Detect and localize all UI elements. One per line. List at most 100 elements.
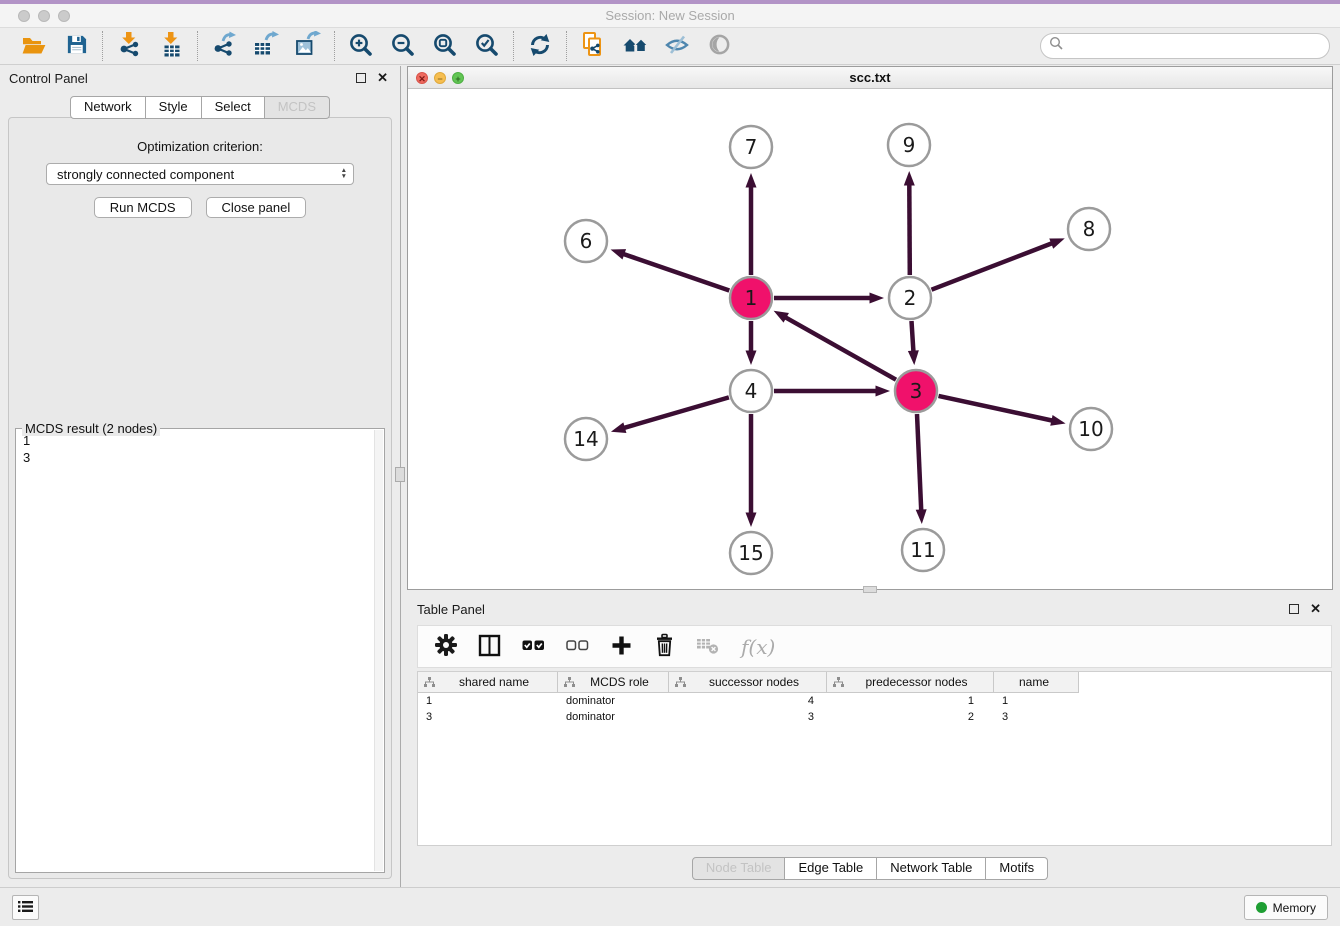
close-panel-icon[interactable]: ✕ (377, 72, 388, 84)
close-window-button[interactable] (18, 10, 30, 22)
import-table-button[interactable] (156, 31, 186, 61)
tab-mcds[interactable]: MCDS (265, 96, 330, 119)
delete-table-button[interactable] (696, 632, 720, 662)
tab-node-table[interactable]: Node Table (692, 857, 786, 880)
task-history-button[interactable] (12, 895, 39, 920)
hide-selected-button[interactable] (662, 31, 692, 61)
close-panel-button[interactable]: Close panel (206, 197, 307, 218)
run-mcds-button[interactable]: Run MCDS (94, 197, 192, 218)
graph-edge-3-1[interactable] (786, 318, 896, 380)
clone-network-button[interactable] (578, 31, 608, 61)
zoom-in-button[interactable] (346, 31, 376, 61)
result-scrollbar[interactable] (374, 430, 383, 871)
network-canvas[interactable]: 7 9 6 8 1 2 4 3 14 10 15 11 (408, 89, 1332, 589)
close-table-panel-icon[interactable]: ✕ (1310, 603, 1321, 615)
graph-node-2[interactable]: 2 (889, 277, 931, 319)
graph-node-11[interactable]: 11 (902, 529, 944, 571)
first-neighbors-button[interactable] (620, 31, 650, 61)
plus-icon (610, 634, 633, 660)
network-close-button[interactable]: ✕ (416, 72, 428, 84)
checked-boxes-icon (522, 634, 545, 659)
graph-edge-4-14[interactable] (624, 397, 729, 427)
select-all-button[interactable] (522, 632, 545, 662)
panel-divider-handle[interactable] (395, 467, 405, 482)
table-toolbar: f(x) (417, 625, 1332, 668)
network-maximize-button[interactable]: + (452, 72, 464, 84)
control-panel-tabs: Network Style Select MCDS (0, 96, 400, 119)
graph-node-1[interactable]: 1 (730, 277, 772, 319)
table-cell[interactable]: dominator (558, 693, 669, 709)
refresh-layout-button[interactable] (525, 31, 555, 61)
tab-select[interactable]: Select (202, 96, 265, 119)
network-minimize-button[interactable]: − (434, 72, 446, 84)
graph-node-10[interactable]: 10 (1070, 408, 1112, 450)
table-cell[interactable]: 3 (418, 709, 558, 725)
tab-network[interactable]: Network (70, 96, 146, 119)
import-network-button[interactable] (114, 31, 144, 61)
graph-node-8[interactable]: 8 (1068, 208, 1110, 250)
column-header-predecessor-nodes[interactable]: predecessor nodes (827, 672, 994, 693)
graphics-details-button[interactable] (704, 31, 734, 61)
network-titlebar[interactable]: ✕ − + scc.txt (408, 67, 1332, 89)
table-cell[interactable]: 4 (669, 693, 827, 709)
function-builder-button[interactable]: f(x) (741, 632, 775, 662)
float-table-panel-icon[interactable] (1289, 604, 1299, 614)
tab-edge-table[interactable]: Edge Table (785, 857, 877, 880)
table-options-button[interactable] (435, 632, 457, 662)
zoom-out-button[interactable] (388, 31, 418, 61)
table-cell[interactable]: dominator (558, 709, 669, 725)
add-row-button[interactable] (610, 632, 633, 662)
network-graph[interactable]: 7 9 6 8 1 2 4 3 14 10 15 11 (408, 89, 1332, 589)
delete-rows-button[interactable] (654, 632, 675, 662)
column-header-shared-name[interactable]: shared name (418, 672, 558, 693)
graph-edge-3-11[interactable] (917, 414, 921, 510)
table-row[interactable]: 3dominator323 (418, 709, 1331, 725)
criterion-dropdown[interactable]: strongly connected component ▲▼ (46, 163, 354, 185)
graph-edge-3-10[interactable] (939, 396, 1052, 421)
graph-node-7[interactable]: 7 (730, 126, 772, 168)
minimize-window-button[interactable] (38, 10, 50, 22)
node-table[interactable]: shared nameMCDS rolesuccessor nodesprede… (417, 671, 1332, 846)
export-network-button[interactable] (209, 31, 239, 61)
graph-edge-2-9[interactable] (909, 185, 910, 275)
column-header-successor-nodes[interactable]: successor nodes (669, 672, 827, 693)
table-cell[interactable]: 1 (827, 693, 994, 709)
graph-node-15[interactable]: 15 (730, 532, 772, 574)
search-box[interactable] (1040, 33, 1330, 59)
network-resize-handle[interactable] (863, 586, 877, 593)
graph-node-14[interactable]: 14 (565, 418, 607, 460)
graph-edge-2-3[interactable] (912, 321, 914, 351)
svg-text:8: 8 (1083, 217, 1096, 241)
graph-node-9[interactable]: 9 (888, 124, 930, 166)
table-cell[interactable]: 3 (994, 709, 1079, 725)
float-panel-icon[interactable] (356, 73, 366, 83)
export-table-button[interactable] (251, 31, 281, 61)
traffic-lights[interactable] (18, 10, 70, 22)
column-header-MCDS-role[interactable]: MCDS role (558, 672, 669, 693)
tab-network-table[interactable]: Network Table (877, 857, 986, 880)
graph-node-6[interactable]: 6 (565, 220, 607, 262)
zoom-selected-button[interactable] (472, 31, 502, 61)
graph-node-4[interactable]: 4 (730, 370, 772, 412)
zoom-fit-button[interactable] (430, 31, 460, 61)
open-file-button[interactable] (19, 31, 49, 61)
memory-button[interactable]: Memory (1244, 895, 1328, 920)
search-input[interactable] (1064, 39, 1321, 54)
table-row[interactable]: 1dominator411 (418, 693, 1331, 709)
table-cell[interactable]: 2 (827, 709, 994, 725)
save-session-button[interactable] (61, 31, 91, 61)
table-cell[interactable]: 1 (994, 693, 1079, 709)
graph-node-3[interactable]: 3 (895, 370, 937, 412)
maximize-window-button[interactable] (58, 10, 70, 22)
graph-edge-1-6[interactable] (624, 254, 730, 290)
tab-style[interactable]: Style (146, 96, 202, 119)
tab-motifs[interactable]: Motifs (986, 857, 1048, 880)
app-titlebar: Session: New Session (0, 4, 1340, 28)
graph-edge-2-8[interactable] (932, 243, 1052, 289)
export-image-button[interactable] (293, 31, 323, 61)
column-header-name[interactable]: name (994, 672, 1079, 693)
show-columns-button[interactable] (478, 632, 501, 662)
table-cell[interactable]: 1 (418, 693, 558, 709)
table-cell[interactable]: 3 (669, 709, 827, 725)
deselect-all-button[interactable] (566, 632, 589, 662)
